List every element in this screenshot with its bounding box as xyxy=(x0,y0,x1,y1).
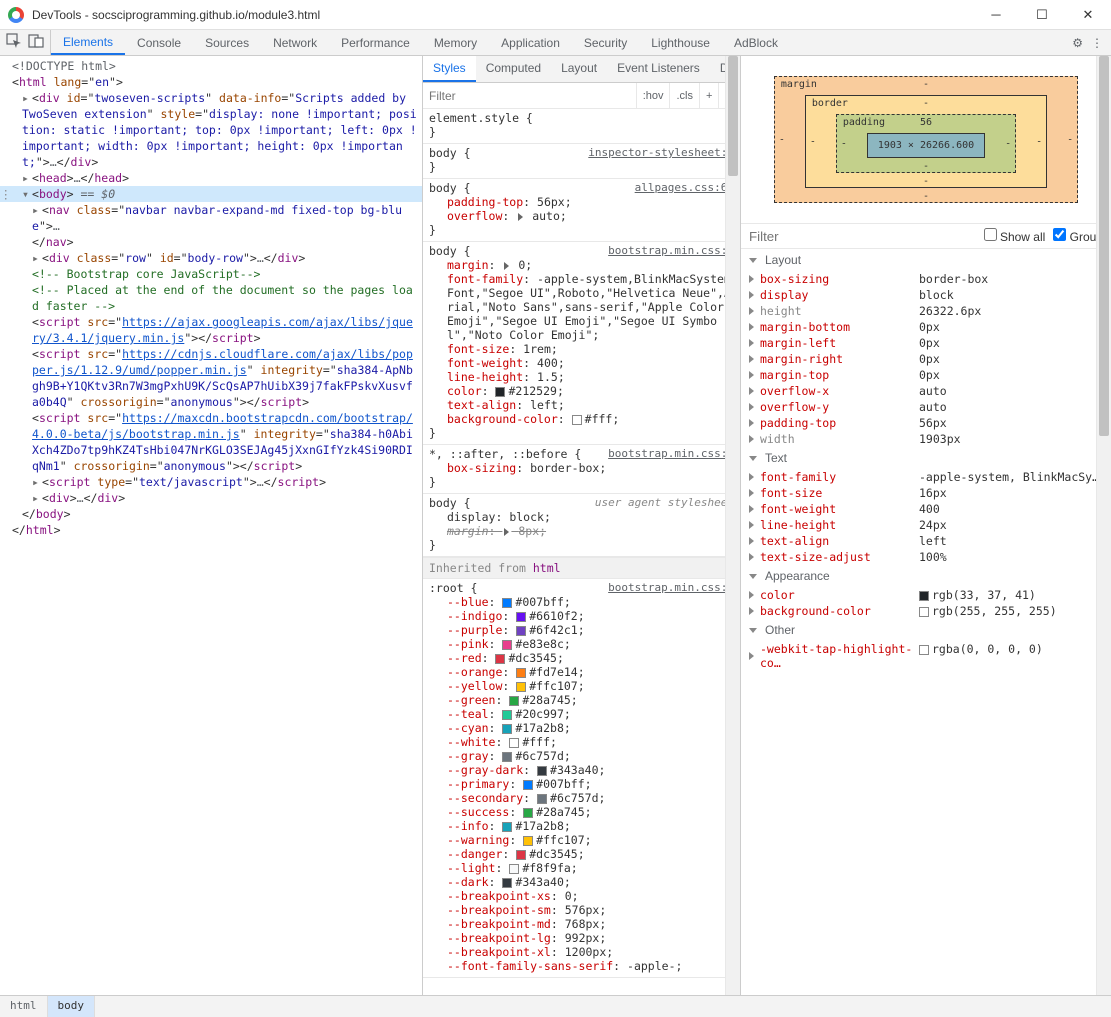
computed-property-row[interactable]: overflow-xauto xyxy=(741,383,1111,399)
computed-property-row[interactable]: -webkit-tap-highlight-co…rgba(0, 0, 0, 0… xyxy=(741,641,1111,671)
css-rule[interactable]: element.style {} xyxy=(423,109,740,144)
box-model-content: 1903 × 26266.600 xyxy=(867,133,985,158)
dom-node[interactable]: <div id="twoseven-scripts" data-info="Sc… xyxy=(0,90,422,170)
dom-node[interactable]: <nav class="navbar navbar-expand-md fixe… xyxy=(0,202,422,250)
css-rule[interactable]: :root {bootstrap.min.css:6--blue: #007bf… xyxy=(423,579,740,978)
computed-section-header[interactable]: Text xyxy=(741,447,1111,469)
window-titlebar: DevTools - socsciprogramming.github.io/m… xyxy=(0,0,1111,30)
dom-node[interactable]: <html lang="en"> xyxy=(0,74,422,90)
computed-property-row[interactable]: margin-top0px xyxy=(741,367,1111,383)
dom-node[interactable]: <!DOCTYPE html> xyxy=(0,58,422,74)
styles-filter-input[interactable] xyxy=(423,85,636,107)
computed-property-row[interactable]: height26322.6px xyxy=(741,303,1111,319)
main-tab-lighthouse[interactable]: Lighthouse xyxy=(639,30,722,55)
main-tab-security[interactable]: Security xyxy=(572,30,639,55)
settings-gear-icon[interactable]: ⚙ xyxy=(1072,36,1083,50)
dom-node[interactable]: <script src="https://cdnjs.cloudflare.co… xyxy=(0,346,422,410)
computed-property-row[interactable]: displayblock xyxy=(741,287,1111,303)
main-tab-elements[interactable]: Elements xyxy=(51,30,125,55)
computed-property-row[interactable]: line-height24px xyxy=(741,517,1111,533)
computed-property-row[interactable]: font-weight400 xyxy=(741,501,1111,517)
computed-property-row[interactable]: box-sizingborder-box xyxy=(741,271,1111,287)
source-link[interactable]: inspector-stylesheet:1 xyxy=(588,146,734,160)
dom-node[interactable]: <div>…</div> xyxy=(0,490,422,506)
computed-property-row[interactable]: text-alignleft xyxy=(741,533,1111,549)
main-tab-sources[interactable]: Sources xyxy=(193,30,261,55)
inspect-element-icon[interactable] xyxy=(6,33,22,52)
styles-panel: StylesComputedLayoutEvent ListenersDOM B… xyxy=(422,56,740,995)
styles-scrollbar[interactable] xyxy=(725,56,740,995)
dom-node[interactable]: <!-- Placed at the end of the document s… xyxy=(0,282,422,314)
computed-section-header[interactable]: Layout xyxy=(741,249,1111,271)
computed-property-row[interactable]: margin-bottom0px xyxy=(741,319,1111,335)
css-rule[interactable]: body {allpages.css:69padding-top: 56px;o… xyxy=(423,179,740,242)
computed-property-row[interactable]: padding-top56px xyxy=(741,415,1111,431)
css-rule[interactable]: body {inspector-stylesheet:1} xyxy=(423,144,740,179)
styles-tab-layout[interactable]: Layout xyxy=(551,56,607,82)
elements-dom-panel[interactable]: <!DOCTYPE html><html lang="en"><div id="… xyxy=(0,56,422,995)
dom-node[interactable]: <!-- Bootstrap core JavaScript--> xyxy=(0,266,422,282)
computed-section-header[interactable]: Other xyxy=(741,619,1111,641)
device-toggle-icon[interactable] xyxy=(28,33,44,52)
main-tab-console[interactable]: Console xyxy=(125,30,193,55)
css-rule[interactable]: body {bootstrap.min.css:6margin: 0;font-… xyxy=(423,242,740,445)
styles-tab-event-listeners[interactable]: Event Listeners xyxy=(607,56,710,82)
maximize-button[interactable]: ☐ xyxy=(1019,0,1065,30)
source-link[interactable]: allpages.css:69 xyxy=(635,181,734,195)
new-rule-button[interactable]: + xyxy=(699,83,718,108)
breadcrumb-item[interactable]: html xyxy=(0,996,48,1017)
dom-node[interactable]: <script src="https://maxcdn.bootstrapcdn… xyxy=(0,410,422,474)
css-rule[interactable]: body {user agent stylesheetdisplay: bloc… xyxy=(423,494,740,557)
showall-checkbox[interactable]: Show all xyxy=(984,228,1046,244)
dom-node[interactable]: </html> xyxy=(0,522,422,538)
breadcrumb-bar: htmlbody xyxy=(0,995,1111,1017)
dom-node[interactable]: ⋮<body> == $0 xyxy=(0,186,422,202)
computed-scrollbar[interactable] xyxy=(1096,56,1111,995)
computed-property-row[interactable]: overflow-yauto xyxy=(741,399,1111,415)
main-toolbar: ElementsConsoleSourcesNetworkPerformance… xyxy=(0,30,1111,56)
computed-property-row[interactable]: background-colorrgb(255, 255, 255) xyxy=(741,603,1111,619)
more-menu-icon[interactable]: ⋮ xyxy=(1091,36,1103,50)
cls-toggle[interactable]: .cls xyxy=(669,83,699,108)
inherited-from-header: Inherited from html xyxy=(423,557,740,579)
box-model-padding-label: padding xyxy=(843,117,885,128)
main-tab-adblock[interactable]: AdBlock xyxy=(722,30,790,55)
main-tab-network[interactable]: Network xyxy=(261,30,329,55)
dom-node[interactable]: </body> xyxy=(0,506,422,522)
computed-filter-input[interactable] xyxy=(749,229,976,244)
source-link[interactable]: bootstrap.min.css:6 xyxy=(608,244,734,258)
computed-property-row[interactable]: font-size16px xyxy=(741,485,1111,501)
computed-property-row[interactable]: margin-right0px xyxy=(741,351,1111,367)
main-tab-performance[interactable]: Performance xyxy=(329,30,422,55)
window-title: DevTools - socsciprogramming.github.io/m… xyxy=(32,8,973,22)
styles-tab-styles[interactable]: Styles xyxy=(423,56,476,82)
close-button[interactable]: ✕ xyxy=(1065,0,1111,30)
computed-section-header[interactable]: Appearance xyxy=(741,565,1111,587)
styles-filter-row: :hov .cls + ▸] xyxy=(423,83,740,109)
breadcrumb-item[interactable]: body xyxy=(48,996,96,1017)
minimize-button[interactable]: ─ xyxy=(973,0,1019,30)
source-link[interactable]: bootstrap.min.css:6 xyxy=(608,447,734,461)
box-model-margin-label: margin xyxy=(781,79,817,90)
computed-property-row[interactable]: margin-left0px xyxy=(741,335,1111,351)
css-rule[interactable]: *, ::after, ::before {bootstrap.min.css:… xyxy=(423,445,740,494)
dom-node[interactable]: <head>…</head> xyxy=(0,170,422,186)
dom-node[interactable]: <script src="https://ajax.googleapis.com… xyxy=(0,314,422,346)
computed-property-row[interactable]: width1903px xyxy=(741,431,1111,447)
computed-panel: margin - - - - border - - - - padding 56 xyxy=(740,56,1111,995)
box-model-diagram[interactable]: margin - - - - border - - - - padding 56 xyxy=(741,56,1111,224)
chrome-icon xyxy=(8,7,24,23)
dom-node[interactable]: <div class="row" id="body-row">…</div> xyxy=(0,250,422,266)
computed-property-row[interactable]: text-size-adjust100% xyxy=(741,549,1111,565)
hov-toggle[interactable]: :hov xyxy=(636,83,670,108)
computed-property-row[interactable]: font-family-apple-system, BlinkMacSystem… xyxy=(741,469,1111,485)
box-model-border-label: border xyxy=(812,98,848,109)
main-tab-memory[interactable]: Memory xyxy=(422,30,489,55)
computed-property-row[interactable]: colorrgb(33, 37, 41) xyxy=(741,587,1111,603)
main-tab-application[interactable]: Application xyxy=(489,30,572,55)
dom-node[interactable]: <script type="text/javascript">…</script… xyxy=(0,474,422,490)
styles-tab-computed[interactable]: Computed xyxy=(476,56,551,82)
